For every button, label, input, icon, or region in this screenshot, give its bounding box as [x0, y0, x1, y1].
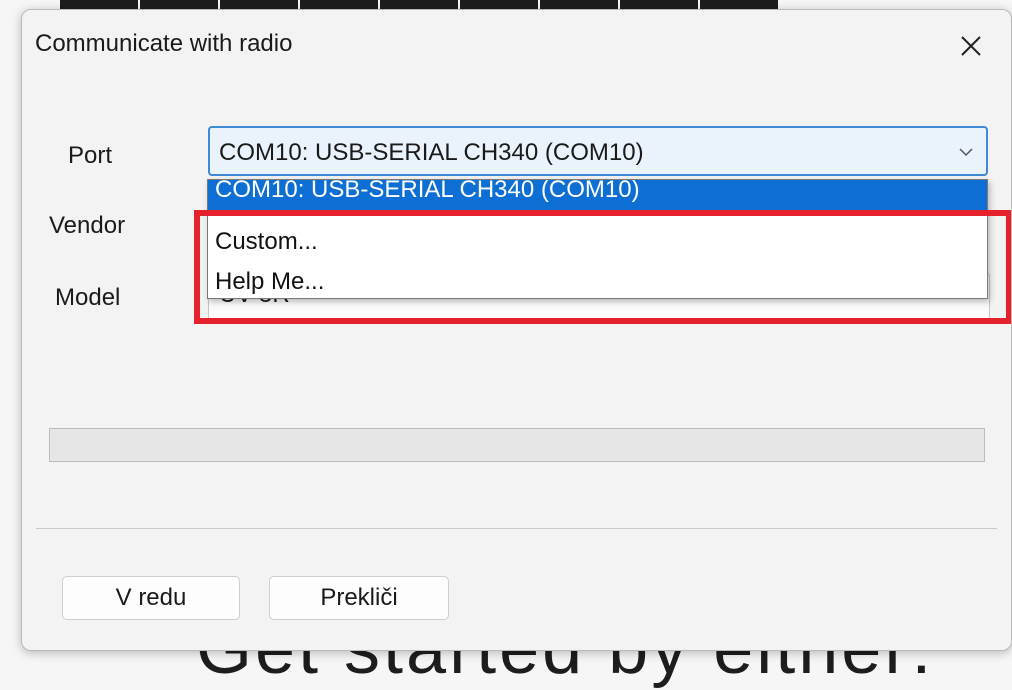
close-button[interactable]: [951, 26, 991, 66]
titlebar: Communicate with radio: [22, 10, 1011, 82]
close-icon: [961, 36, 981, 56]
cancel-button[interactable]: Prekliči: [269, 576, 449, 620]
progress-bar: [49, 428, 985, 462]
ok-button[interactable]: V redu: [62, 576, 240, 620]
communicate-dialog: Communicate with radio Port COM10: USB-S…: [21, 9, 1012, 651]
port-select[interactable]: COM10: USB-SERIAL CH340 (COM10): [208, 126, 988, 176]
chevron-down-icon: [959, 148, 973, 157]
dropdown-item-help-me[interactable]: Help Me...: [208, 262, 987, 298]
vendor-label: Vendor: [49, 212, 126, 239]
port-select-value: COM10: USB-SERIAL CH340 (COM10): [219, 139, 644, 166]
port-label: Port: [68, 142, 113, 169]
dropdown-item-custom[interactable]: Custom...: [208, 222, 987, 262]
dropdown-item-com10[interactable]: COM10: USB-SERIAL CH340 (COM10): [208, 180, 987, 210]
model-label: Model: [55, 284, 121, 311]
dialog-title: Communicate with radio: [35, 30, 293, 57]
port-dropdown-list: COM10: USB-SERIAL CH340 (COM10) Custom..…: [207, 179, 988, 299]
divider: [36, 528, 997, 529]
